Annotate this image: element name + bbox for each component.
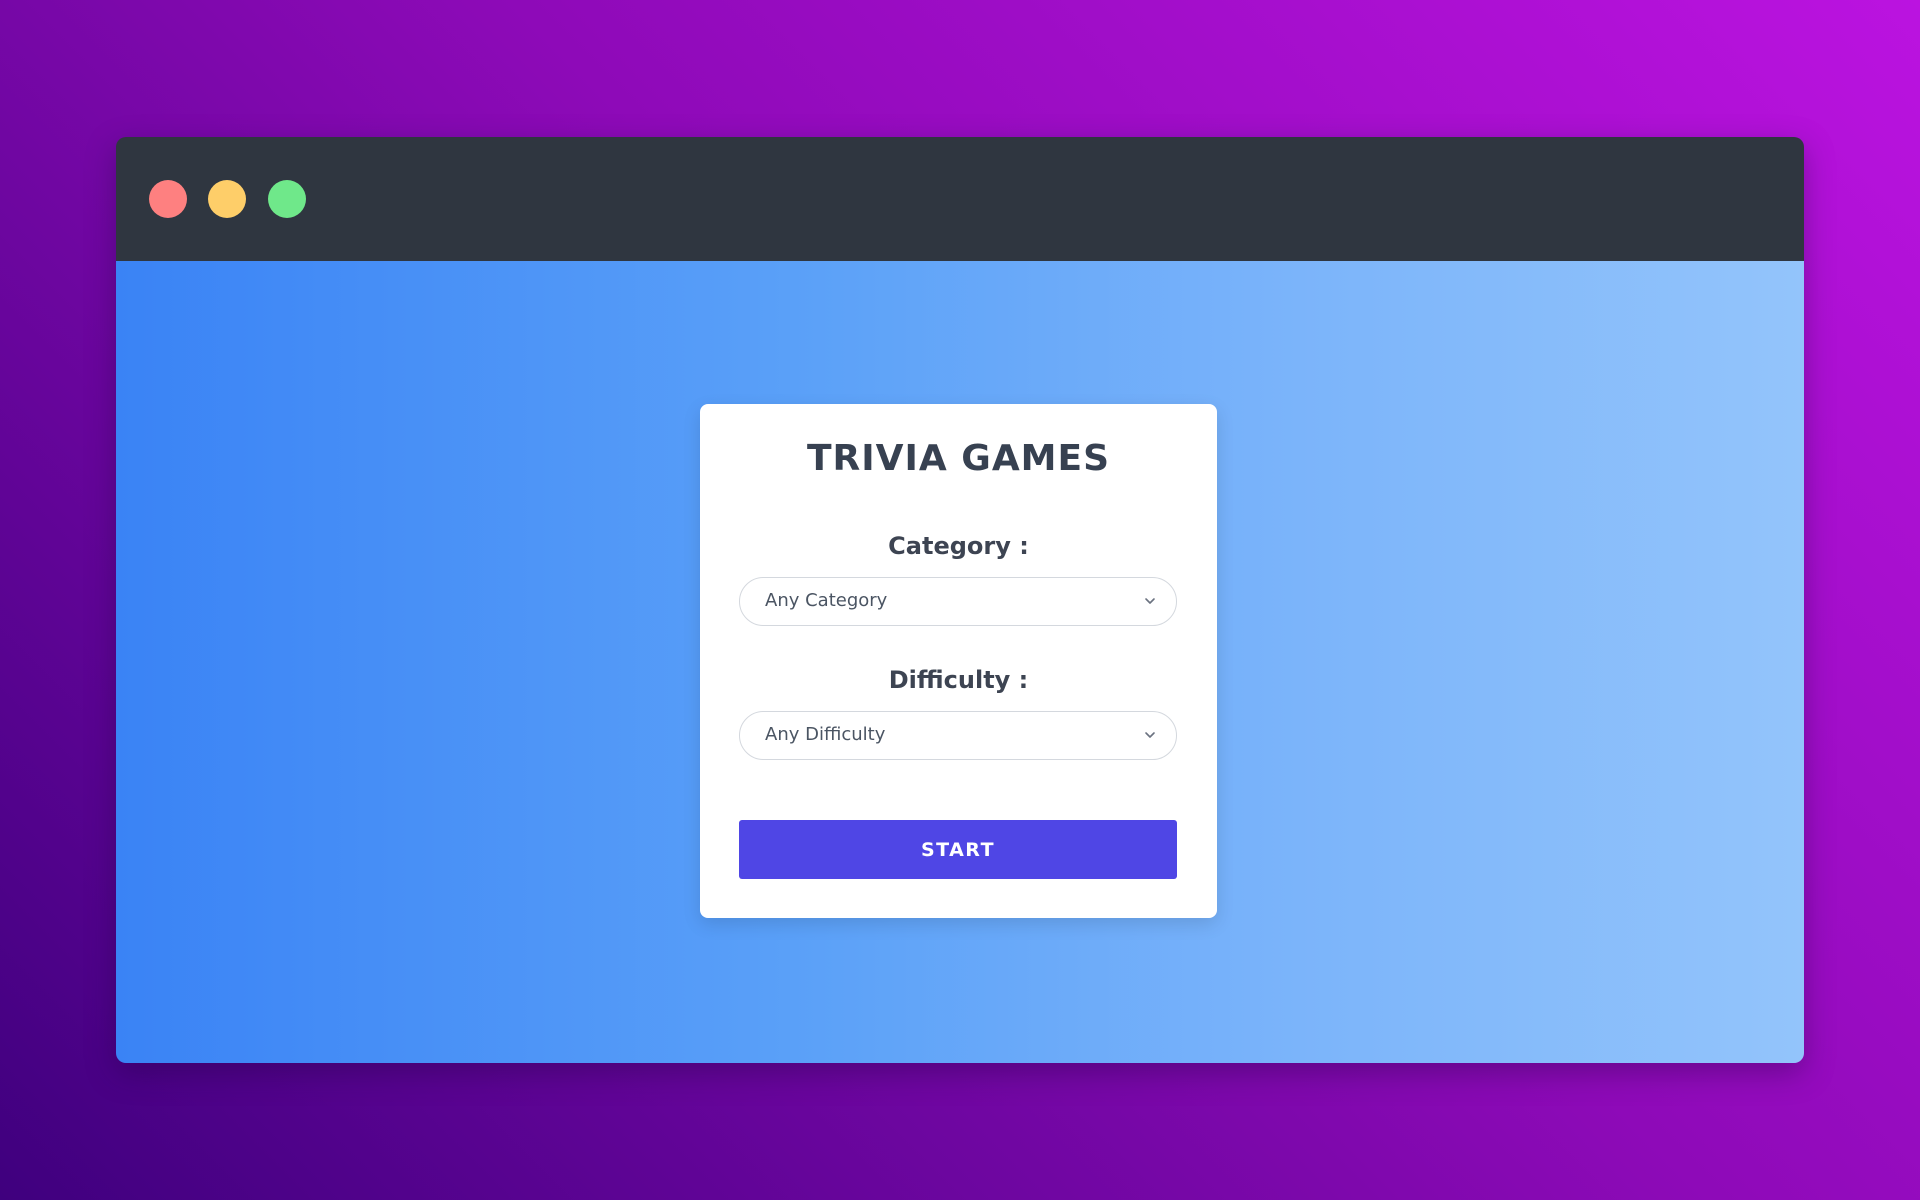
minimize-window-button[interactable] bbox=[208, 180, 246, 218]
app-content: TRIVIA GAMES Category : Any Category Dif… bbox=[116, 261, 1804, 1063]
start-button[interactable]: START bbox=[739, 820, 1177, 879]
trivia-setup-card: TRIVIA GAMES Category : Any Category Dif… bbox=[700, 404, 1217, 918]
close-window-button[interactable] bbox=[149, 180, 187, 218]
window-titlebar bbox=[116, 137, 1804, 261]
category-label: Category : bbox=[888, 532, 1029, 560]
category-select-value: Any Category bbox=[765, 590, 888, 611]
page-title: TRIVIA GAMES bbox=[806, 438, 1111, 479]
difficulty-label: Difficulty : bbox=[888, 666, 1029, 694]
app-window: TRIVIA GAMES Category : Any Category Dif… bbox=[116, 137, 1804, 1063]
difficulty-select[interactable]: Any Difficulty bbox=[739, 711, 1177, 760]
difficulty-select-value: Any Difficulty bbox=[765, 724, 886, 745]
category-select[interactable]: Any Category bbox=[739, 577, 1177, 626]
maximize-window-button[interactable] bbox=[268, 180, 306, 218]
chevron-down-icon bbox=[1145, 732, 1155, 738]
chevron-down-icon bbox=[1145, 598, 1155, 604]
